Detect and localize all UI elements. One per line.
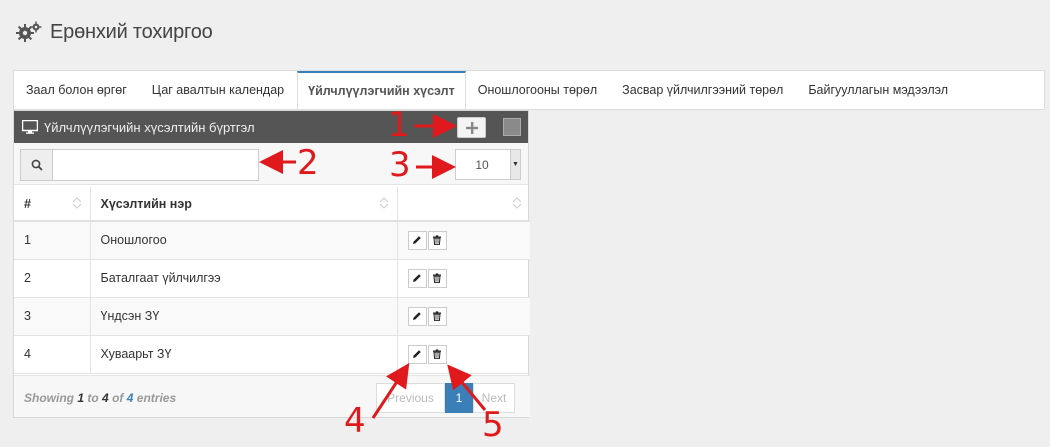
trash-icon xyxy=(433,349,441,359)
panel-title: Үйлчлүүлэгчийн хүсэлтийн бүртгэл xyxy=(44,119,255,135)
previous-page-button[interactable]: Previous xyxy=(376,383,445,413)
column-header-request-name[interactable]: Хүсэлтийн нэр xyxy=(90,187,398,222)
page-header: Ерөнхий тохиргоо xyxy=(16,18,213,46)
annotation-label-2: 2 xyxy=(297,143,319,183)
tab-bar: Заал болон өргөг Цаг авалтын календар Үй… xyxy=(13,70,1045,110)
row-number: 2 xyxy=(14,259,91,298)
tab-repair-service-types[interactable]: Засвар үйлчилгээний төрөл xyxy=(610,71,796,109)
trash-icon xyxy=(433,235,441,246)
row-number: 3 xyxy=(14,297,91,336)
pencil-icon xyxy=(413,312,421,320)
delete-button[interactable] xyxy=(427,344,447,364)
sort-icon xyxy=(72,197,81,209)
tab-diagnosis-types[interactable]: Оношлогооны төрөл xyxy=(466,71,610,109)
search-input[interactable] xyxy=(52,149,259,181)
row-actions xyxy=(397,335,530,374)
pencil-icon xyxy=(413,274,421,282)
requests-panel: Үйлчлүүлэгчийн хүсэлтийн бүртгэл 10 ▼ # xyxy=(13,110,530,418)
row-name: Үндсэн ЗҮ xyxy=(90,297,398,336)
annotation-label-3: 3 xyxy=(389,145,411,185)
tab-calendar[interactable]: Цаг авалтын календар xyxy=(140,71,297,109)
delete-button[interactable] xyxy=(427,268,447,288)
row-actions xyxy=(397,297,530,336)
table-row: 3 Үндсэн ЗҮ xyxy=(14,297,530,336)
trash-icon xyxy=(433,311,441,321)
tab-customer-requests[interactable]: Үйлчлүүлэгчийн хүсэлт xyxy=(297,71,466,109)
delete-button[interactable] xyxy=(427,306,447,326)
table-row: 1 Оношлогоо xyxy=(14,221,530,260)
requests-table: # Хүсэлтийн нэр 1 Оношлогоо 2 Баталгаат … xyxy=(14,187,530,374)
page-1-button[interactable]: 1 xyxy=(445,383,473,413)
add-request-button[interactable] xyxy=(457,117,486,138)
annotation-label-1: 1 xyxy=(388,105,410,145)
edit-button[interactable] xyxy=(407,306,427,326)
search-addon xyxy=(20,149,53,181)
row-number: 1 xyxy=(14,221,91,260)
search-icon xyxy=(31,159,43,171)
page-length-select[interactable]: 10 ▼ xyxy=(455,149,521,180)
tab-organization-info[interactable]: Байгууллагын мэдээлэл xyxy=(796,71,961,109)
panel-header: Үйлчлүүлэгчийн хүсэлтийн бүртгэл xyxy=(14,111,528,143)
row-actions xyxy=(397,221,530,260)
page-title: Ерөнхий тохиргоо xyxy=(50,20,213,43)
table-footer: Showing 1 to 4 of 4 entries Previous 1 N… xyxy=(14,375,530,417)
row-name: Хуваарьт ЗҮ xyxy=(90,335,398,374)
panel-toggle-button[interactable] xyxy=(503,118,521,136)
row-name: Баталгаат үйлчилгээ xyxy=(90,259,398,298)
row-name: Оношлогоо xyxy=(90,221,398,260)
entries-info: Showing 1 to 4 of 4 entries xyxy=(24,391,177,405)
edit-button[interactable] xyxy=(407,230,427,250)
row-actions xyxy=(397,259,530,298)
column-header-number[interactable]: # xyxy=(14,187,91,222)
sort-icon xyxy=(379,197,388,209)
table-toolbar: 10 ▼ xyxy=(14,143,528,185)
sort-icon xyxy=(512,197,522,209)
column-header-actions[interactable] xyxy=(397,187,530,222)
delete-button[interactable] xyxy=(427,230,447,250)
table-row: 2 Баталгаат үйлчилгээ xyxy=(14,259,530,298)
monitor-icon xyxy=(22,120,38,134)
pencil-icon xyxy=(413,350,421,358)
plus-icon xyxy=(465,121,478,134)
chevron-down-icon: ▼ xyxy=(510,150,520,179)
row-number: 4 xyxy=(14,335,91,374)
annotation-label-4: 4 xyxy=(344,401,366,441)
page-length-value: 10 xyxy=(475,157,489,172)
gears-icon xyxy=(16,21,42,42)
pencil-icon xyxy=(413,236,421,245)
edit-button[interactable] xyxy=(407,344,427,364)
tab-halls[interactable]: Заал болон өргөг xyxy=(14,71,140,109)
edit-button[interactable] xyxy=(407,268,427,288)
table-row: 4 Хуваарьт ЗҮ xyxy=(14,335,530,374)
trash-icon xyxy=(433,273,441,283)
annotation-label-5: 5 xyxy=(482,405,504,445)
